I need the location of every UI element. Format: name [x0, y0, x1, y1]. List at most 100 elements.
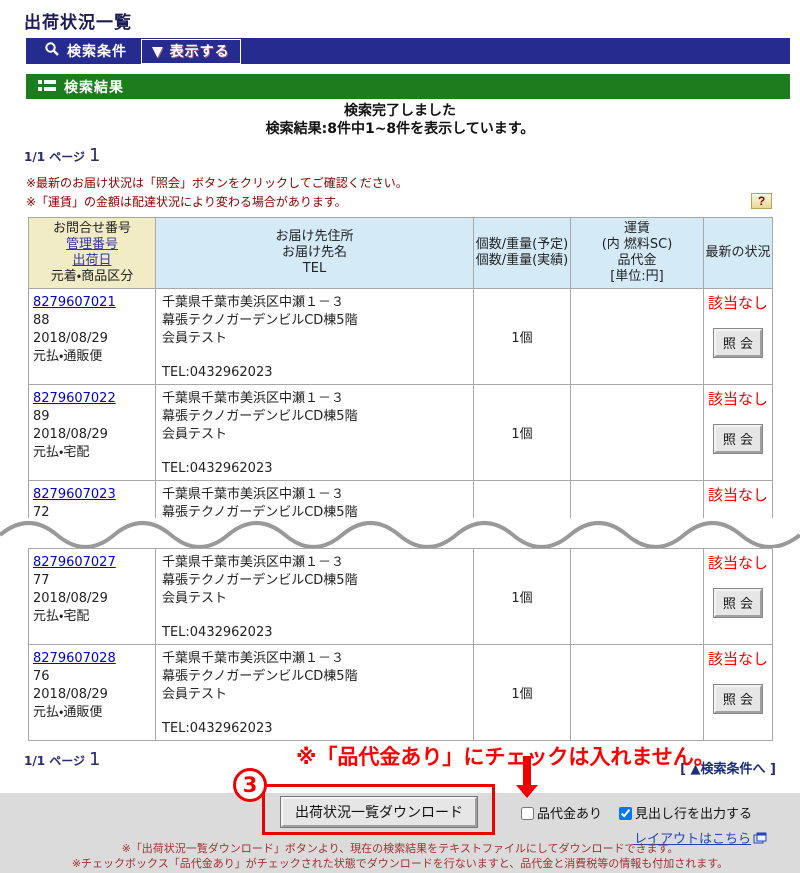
status-text: 該当なし — [707, 294, 768, 313]
download-button[interactable]: 出荷状況一覧ダウンロード — [280, 796, 478, 829]
download-note1: ※「出荷状況一覧ダウンロード」ボタンより、現在の検索結果をテキストファイルにして… — [121, 842, 679, 856]
recipient-name: 会員テスト — [162, 591, 228, 607]
pagination-label: 1/1 ページ — [24, 150, 86, 164]
download-toolbar: 3 出荷状況一覧ダウンロード 品代金あり 見出し行を出力する レイアウトはこちら… — [0, 756, 800, 873]
mgmt-number: 88 — [33, 313, 50, 329]
tracking-link[interactable]: 8279607027 — [33, 555, 116, 570]
page-title: 出荷状況一覧 — [24, 13, 132, 33]
inquiry-button[interactable]: 照 会 — [712, 424, 764, 455]
search-conditions-label: 検索条件 — [67, 44, 127, 60]
address-line1: 千葉県千葉市美浜区中瀬１－３ — [162, 555, 345, 571]
fare-cell — [570, 644, 704, 742]
category: 元払・宅配 — [33, 609, 90, 625]
header-category: 元着・商品区分 — [50, 269, 134, 285]
inquiry-button[interactable]: 照 会 — [712, 328, 764, 359]
show-conditions-button[interactable]: ▼ 表示する — [141, 38, 241, 64]
ship-date: 2018/08/29 — [33, 427, 108, 443]
table-row-truncated: 8279607023 72 千葉県千葉市美浜区中瀬１－３ 幕張テクノガーデンビル… — [28, 480, 773, 521]
table-row: 8279607028 76 2018/08/29 元払・通販便 千葉県千葉市美浜… — [28, 644, 773, 742]
search-results-label: 検索結果 — [64, 79, 124, 96]
address-line2: 幕張テクノガーデンビルCD棟5階 — [162, 313, 358, 329]
tracking-link[interactable]: 8279607021 — [33, 295, 116, 310]
address-line1: 千葉県千葉市美浜区中瀬１－３ — [162, 651, 345, 667]
address-line2: 幕張テクノガーデンビルCD棟5階 — [162, 505, 358, 519]
address-line2: 幕張テクノガーデンビルCD棟5階 — [162, 409, 358, 425]
mgmt-number: 89 — [33, 409, 50, 425]
inquiry-button[interactable]: 照 会 — [712, 588, 764, 619]
annotation-red-text: ※「品代金あり」にチェックは入れません。 — [296, 745, 715, 770]
status-text: 該当なし — [707, 554, 768, 573]
pagination-top: 1/1 ページ 1 — [24, 145, 800, 166]
tel: TEL:0432962023 — [162, 461, 273, 477]
table-row: 8279607022 89 2018/08/29 元払・宅配 千葉県千葉市美浜区… — [28, 384, 773, 482]
header-unit: [単位:円] — [610, 269, 664, 285]
status-text: 該当なし — [707, 390, 768, 409]
help-icon[interactable]: ? — [751, 193, 772, 209]
address-line2: 幕張テクノガーデンビルCD棟5階 — [162, 669, 358, 685]
table-row: 8279607027 77 2018/08/29 元払・宅配 千葉県千葉市美浜区… — [28, 548, 773, 646]
inquiry-button[interactable]: 照 会 — [712, 684, 764, 715]
page-number[interactable]: 1 — [89, 145, 100, 166]
header-qty-actual: 個数/重量(実績) — [475, 253, 569, 269]
header-cod: 品代金 — [617, 253, 657, 269]
fare-cell — [570, 548, 704, 646]
quantity-cell: 1個 — [473, 384, 571, 482]
fare-cell — [570, 384, 704, 482]
page-number[interactable]: 1 — [89, 749, 100, 770]
ship-date: 2018/08/29 — [33, 687, 108, 703]
address-line1: 千葉県千葉市美浜区中瀬１－３ — [162, 391, 345, 407]
header-row-checkbox[interactable] — [619, 807, 632, 821]
quantity-cell: 1個 — [473, 548, 571, 646]
tel: TEL:0432962023 — [162, 625, 273, 641]
address-line1: 千葉県千葉市美浜区中瀬１－３ — [162, 487, 345, 503]
ship-date: 2018/08/29 — [33, 591, 108, 607]
pagination-label: 1/1 ページ — [24, 754, 86, 769]
note-fare: ※「運賃」の金額は配達状況により変わる場合があります。 — [26, 194, 347, 209]
header-recipient: お届け先名 — [281, 245, 347, 261]
fare-cell — [570, 288, 704, 386]
cod-checkbox-label[interactable]: 品代金あり — [521, 803, 602, 822]
quantity-cell: 1個 — [473, 644, 571, 742]
recipient-name: 会員テスト — [162, 331, 228, 347]
ship-date: 2018/08/29 — [33, 331, 108, 347]
list-icon — [38, 77, 56, 96]
header-row-checkbox-label[interactable]: 見出し行を出力する — [619, 803, 752, 822]
table-row: 8279607021 88 2018/08/29 元払・通販便 千葉県千葉市美浜… — [28, 288, 773, 386]
status-text: 該当なし — [707, 650, 768, 669]
recipient-name: 会員テスト — [162, 687, 228, 703]
header-ship-date-link[interactable]: 出荷日 — [72, 253, 111, 268]
category: 元払・通販便 — [33, 349, 103, 365]
header-fare: 運賃 — [623, 221, 650, 237]
header-inquiry-number: お問合せ番号 — [52, 221, 131, 237]
search-complete-message: 検索完了しました — [344, 103, 456, 119]
mgmt-number: 77 — [33, 573, 50, 589]
mgmt-number: 76 — [33, 669, 50, 685]
torn-separator — [0, 518, 800, 550]
header-address: お届け先住所 — [275, 229, 354, 245]
results-table-continued: 8279607027 77 2018/08/29 元払・宅配 千葉県千葉市美浜区… — [28, 548, 773, 742]
tel: TEL:0432962023 — [162, 365, 273, 381]
tel: TEL:0432962023 — [162, 721, 273, 737]
step-3-marker: 3 — [233, 768, 267, 803]
note-latest-status: ※最新のお届け状況は「照会」ボタンをクリックしてご確認ください。 — [26, 176, 408, 190]
results-table: お問合せ番号 管理番号 出荷日 元着・商品区分 お届け先住所 お届け先名 TEL… — [28, 217, 773, 521]
search-icon — [44, 41, 60, 61]
download-note2: ※チェックボックス「品代金あり」がチェックされた状態でダウンロードを行ないますと… — [71, 857, 729, 871]
tracking-link[interactable]: 8279607023 — [33, 487, 116, 502]
quantity-cell: 1個 — [473, 288, 571, 386]
address-line2: 幕張テクノガーデンビルCD棟5階 — [162, 573, 358, 589]
tracking-link[interactable]: 8279607022 — [33, 391, 116, 406]
address-line1: 千葉県千葉市美浜区中瀬１－３ — [162, 295, 345, 311]
search-results-bar: 検索結果 — [26, 74, 790, 99]
table-header-row: お問合せ番号 管理番号 出荷日 元着・商品区分 お届け先住所 お届け先名 TEL… — [28, 217, 773, 290]
category: 元払・通販便 — [33, 705, 103, 721]
result-count-message: 検索結果:8件中1~8件を表示しています。 — [265, 120, 535, 137]
status-text: 該当なし — [707, 486, 768, 505]
tracking-link[interactable]: 8279607028 — [33, 651, 116, 666]
header-latest-status: 最新の状況 — [705, 245, 771, 261]
header-fuel-sc: (内 燃料SC) — [601, 237, 673, 253]
header-mgmt-number-link[interactable]: 管理番号 — [66, 237, 118, 252]
cod-checkbox[interactable] — [521, 807, 534, 821]
header-tel: TEL — [302, 261, 327, 277]
category: 元払・宅配 — [33, 445, 90, 461]
